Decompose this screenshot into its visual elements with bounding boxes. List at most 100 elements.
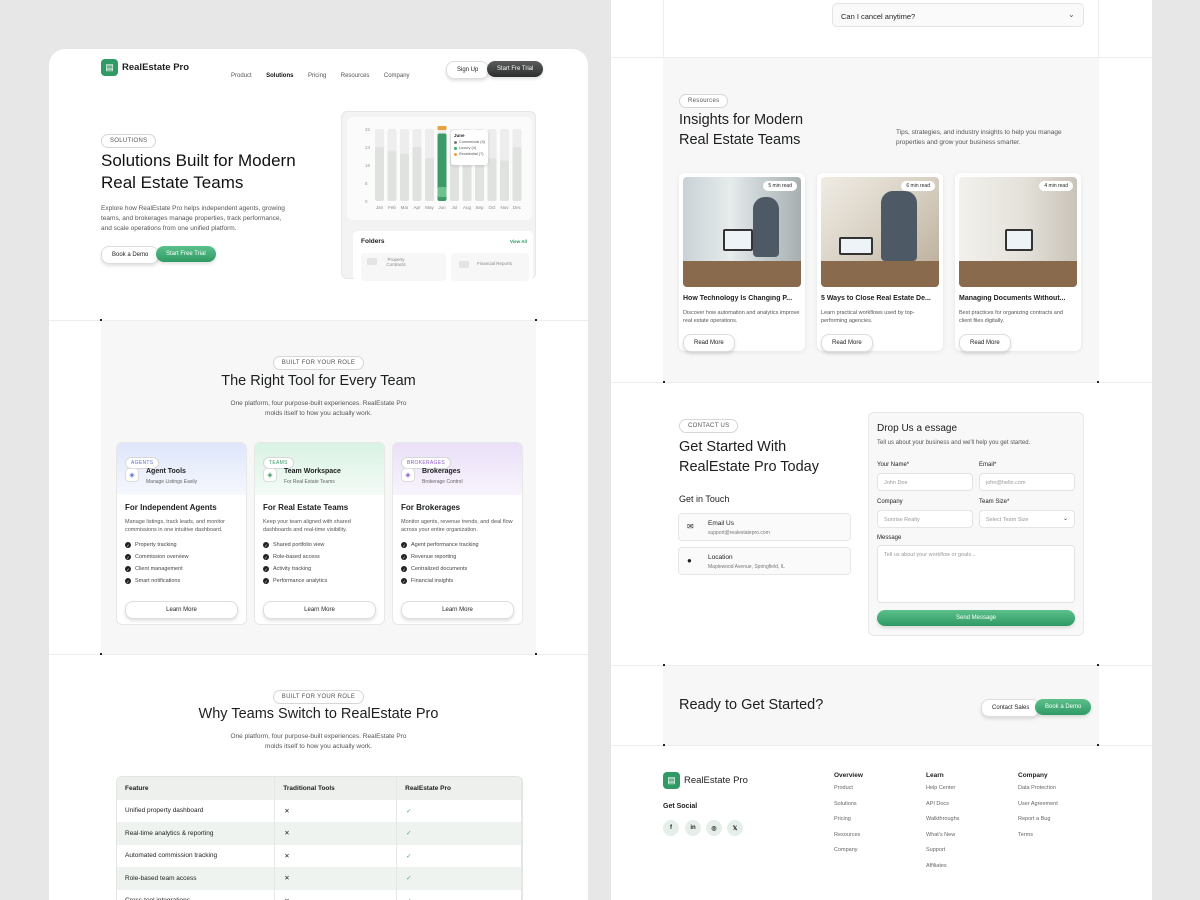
person — [881, 191, 917, 261]
footer-link[interactable]: Walkthroughs — [926, 816, 959, 822]
footer-link[interactable]: What's New — [926, 832, 959, 838]
x-icon: ✕ — [274, 867, 398, 890]
bar[interactable] — [512, 147, 522, 201]
table-row: Unified property dashboard ✕ ✓ — [117, 799, 522, 822]
footer-link[interactable]: Terms — [1018, 832, 1058, 838]
contact-sales-button[interactable]: Contact Sales — [981, 699, 1041, 717]
feature-label: Activity tracking — [273, 566, 312, 572]
blog-card[interactable]: 6 min read 5 Ways to Close Real Estate D… — [817, 173, 943, 352]
company-input[interactable]: Sunrise Realty — [877, 510, 973, 528]
x-tick-label: Aug — [463, 205, 472, 210]
nav-product[interactable]: Product — [231, 73, 252, 79]
start-free-trial-button[interactable]: Start Free Trial — [156, 246, 216, 262]
folder-property-contracts[interactable]: Property Contracts — [361, 253, 446, 281]
contact-form: Drop Us a essage Tell us about your busi… — [868, 412, 1084, 636]
divider — [1098, 0, 1099, 57]
footer-link[interactable]: Affiliates — [926, 863, 959, 869]
blog-title[interactable]: How Technology Is Changing P... — [683, 295, 801, 302]
bar[interactable] — [500, 160, 509, 202]
y-tick-label: 0 — [365, 199, 368, 204]
x-twitter-icon[interactable]: 𝕏 — [727, 820, 743, 836]
read-more-button[interactable]: Read More — [683, 334, 735, 352]
footer-link[interactable]: Solutions — [834, 801, 863, 807]
feature-label: Client management — [135, 566, 183, 572]
read-more-button[interactable]: Read More — [821, 334, 873, 352]
x-tick-label: Mar — [401, 205, 409, 210]
table-header: Traditional Tools — [274, 777, 398, 800]
nav-resources[interactable]: Resources — [341, 73, 370, 79]
blog-card[interactable]: 5 min read How Technology Is Changing P.… — [679, 173, 805, 352]
nav-company[interactable]: Company — [384, 73, 410, 79]
learn-more-button[interactable]: Learn More — [125, 601, 238, 619]
signup-button[interactable]: Sign Up — [446, 61, 490, 79]
bar[interactable] — [425, 158, 434, 201]
email-input[interactable]: john@hello.com — [979, 473, 1075, 491]
learn-more-button[interactable]: Learn More — [401, 601, 514, 619]
footer-link[interactable]: API Docs — [926, 801, 959, 807]
feature-label: Performance analytics — [273, 578, 328, 584]
logo-icon[interactable]: ▤ — [101, 59, 118, 76]
location-pin-icon: ● — [687, 556, 692, 565]
read-time-badge: 6 min read — [901, 181, 935, 191]
name-input[interactable]: John Doe — [877, 473, 973, 491]
learn-more-button[interactable]: Learn More — [263, 601, 376, 619]
bar[interactable] — [412, 147, 422, 201]
cta-book-demo-button[interactable]: Book a Demo — [1035, 699, 1092, 715]
folder-financial-reports[interactable]: Financial Reports — [451, 253, 529, 281]
facebook-icon[interactable]: f — [663, 820, 679, 836]
faq-item[interactable]: Can I cancel anytime? ⌄ — [832, 3, 1084, 27]
check-icon: ✓ — [263, 566, 269, 572]
linkedin-icon[interactable]: in — [685, 820, 701, 836]
divider — [663, 0, 664, 57]
check-icon: ✓ — [263, 554, 269, 560]
table-row: Role-based team access ✕ ✓ — [117, 867, 522, 890]
footer-link[interactable]: Pricing — [834, 816, 863, 822]
blog-card[interactable]: 4 min read Managing Documents Without...… — [955, 173, 1081, 352]
role-card-subtitle: Brokerage Control — [422, 479, 463, 485]
view-all-link[interactable]: View All — [510, 239, 527, 244]
footer-link[interactable]: User Agreement — [1018, 801, 1058, 807]
message-label: Message — [877, 535, 902, 541]
blog-title[interactable]: Managing Documents Without... — [959, 295, 1077, 302]
team-size-select[interactable]: Select Team Size ⌄ — [979, 510, 1075, 528]
footer-logo-icon[interactable]: ▤ — [663, 772, 680, 789]
book-demo-button[interactable]: Book a Demo — [101, 246, 160, 264]
footer-link[interactable]: Resources — [834, 832, 863, 838]
footer-link[interactable]: Data Protection — [1018, 785, 1058, 791]
bar[interactable] — [400, 153, 409, 201]
role-card-heading: For Real Estate Teams — [263, 503, 349, 512]
why-tag: BUILT FOR YOUR ROLE — [272, 690, 365, 704]
message-textarea[interactable]: Tell us about your workflow or goals... — [877, 545, 1075, 603]
footer-column: Overview Product Solutions Pricing Resource… — [834, 772, 863, 863]
instagram-icon[interactable]: ◎ — [706, 820, 722, 836]
footer-link[interactable]: Report a Bug — [1018, 816, 1058, 822]
footer-link[interactable]: Company — [834, 847, 863, 853]
footer-link[interactable]: Help Center — [926, 785, 959, 791]
feature-item: ✓ Centralized documents — [401, 566, 514, 572]
x-icon: ✕ — [274, 799, 398, 822]
resources-title-2: Real Estate Teams — [679, 132, 801, 148]
hero-desc-2: teams, and brokerages manage properties,… — [101, 215, 282, 222]
brand-name[interactable]: RealEstate Pro — [122, 62, 189, 73]
location-contact-card[interactable]: ● Location Maplewood Avenue, Springfield… — [678, 547, 851, 575]
contact-title-2: RealEstate Pro Today — [679, 459, 819, 475]
nav-pricing[interactable]: Pricing — [308, 73, 326, 79]
feature-cell: Automated commission tracking — [117, 844, 276, 867]
x-tick-label: Apr — [413, 205, 421, 210]
bar[interactable] — [487, 158, 497, 201]
check-icon: ✓ — [401, 578, 407, 584]
bar[interactable] — [375, 147, 384, 201]
check-icon: ✓ — [125, 542, 131, 548]
read-more-button[interactable]: Read More — [959, 334, 1011, 352]
blog-title[interactable]: 5 Ways to Close Real Estate De... — [821, 295, 939, 302]
shield-icon: ◈ — [125, 468, 139, 482]
footer-link[interactable]: Product — [834, 785, 863, 791]
email-contact-card[interactable]: ✉ Email Us support@realestatepro.com — [678, 513, 851, 541]
feature-item: ✓ Property tracking — [125, 542, 238, 548]
footer-link[interactable]: Support — [926, 847, 959, 853]
check-icon: ✓ — [263, 542, 269, 548]
nav-solutions[interactable]: Solutions — [266, 73, 293, 79]
start-trial-button[interactable]: Start Fre Trial — [487, 61, 544, 77]
bar[interactable] — [387, 151, 397, 202]
send-message-button[interactable]: Send Message — [877, 610, 1075, 626]
